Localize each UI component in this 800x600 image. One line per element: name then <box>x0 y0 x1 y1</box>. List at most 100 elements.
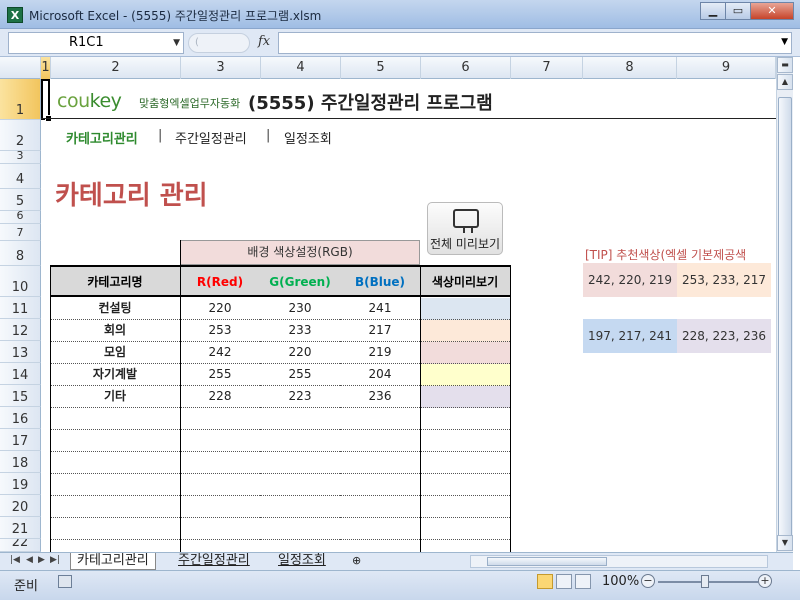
formula-pill[interactable]: ( <box>188 33 250 53</box>
category-name-cell[interactable] <box>50 540 180 552</box>
scroll-down-arrow-icon[interactable]: ▼ <box>777 535 793 551</box>
row-header[interactable]: 1 <box>0 79 41 120</box>
row-header[interactable]: 17 <box>0 429 41 451</box>
row-header[interactable]: 20 <box>0 495 41 517</box>
new-sheet-icon[interactable]: ⊕ <box>346 553 367 570</box>
column-header[interactable]: 6 <box>421 57 511 79</box>
zoom-slider-thumb[interactable] <box>701 575 709 588</box>
vertical-scroll-thumb[interactable] <box>778 97 792 537</box>
category-name-cell[interactable]: 자기계발 <box>50 364 180 386</box>
color-preview-cell[interactable] <box>420 364 510 386</box>
blue-value-cell[interactable] <box>340 474 420 496</box>
red-value-cell[interactable]: 242 <box>180 342 260 364</box>
green-value-cell[interactable] <box>260 540 340 552</box>
row-header[interactable]: 5 <box>0 189 41 211</box>
green-value-cell[interactable] <box>260 452 340 474</box>
red-value-cell[interactable] <box>180 408 260 430</box>
horizontal-scroll-thumb[interactable] <box>487 557 607 566</box>
prev-sheet-icon[interactable]: ◀ <box>26 555 33 565</box>
row-header[interactable]: 4 <box>0 164 41 189</box>
category-name-cell[interactable]: 모임 <box>50 342 180 364</box>
zoom-out-icon[interactable]: − <box>641 574 655 588</box>
column-header[interactable]: 9 <box>677 57 776 79</box>
minimize-button[interactable]: ▁ <box>700 2 726 20</box>
row-header[interactable]: 15 <box>0 385 41 407</box>
row-header[interactable]: 8 <box>0 241 41 266</box>
row-header[interactable]: 18 <box>0 451 41 473</box>
normal-view-icon[interactable] <box>537 574 553 589</box>
macro-record-icon[interactable] <box>58 575 72 588</box>
green-value-cell[interactable]: 220 <box>260 342 340 364</box>
column-header[interactable]: 4 <box>261 57 341 79</box>
insert-function-icon[interactable]: fx <box>258 34 270 49</box>
color-preview-cell[interactable] <box>420 518 510 540</box>
green-value-cell[interactable] <box>260 430 340 452</box>
category-name-cell[interactable] <box>50 430 180 452</box>
row-header[interactable]: 12 <box>0 319 41 341</box>
column-header[interactable]: 1 <box>41 57 51 79</box>
last-sheet-icon[interactable]: ▶| <box>50 555 60 565</box>
horizontal-scrollbar[interactable] <box>470 555 768 568</box>
red-value-cell[interactable]: 253 <box>180 320 260 342</box>
blue-value-cell[interactable] <box>340 496 420 518</box>
expand-formula-icon[interactable]: ▼ <box>781 37 788 47</box>
green-value-cell[interactable] <box>260 496 340 518</box>
column-header[interactable]: 7 <box>511 57 583 79</box>
color-preview-cell[interactable] <box>420 386 510 408</box>
sheet-tab-search[interactable]: 일정조회 <box>272 553 332 570</box>
category-name-cell[interactable]: 기타 <box>50 386 180 408</box>
row-header[interactable]: 14 <box>0 363 41 385</box>
next-sheet-icon[interactable]: ▶ <box>38 555 45 565</box>
category-name-cell[interactable]: 컨설팅 <box>50 298 180 320</box>
color-preview-cell[interactable] <box>420 430 510 452</box>
row-header[interactable]: 3 <box>0 149 41 164</box>
select-all-corner[interactable] <box>0 57 41 79</box>
color-preview-cell[interactable] <box>420 452 510 474</box>
red-value-cell[interactable] <box>180 430 260 452</box>
maximize-button[interactable]: ▭ <box>725 2 751 20</box>
column-header[interactable]: 3 <box>181 57 261 79</box>
formula-input[interactable]: ▼ <box>278 32 792 54</box>
blue-value-cell[interactable] <box>340 408 420 430</box>
red-value-cell[interactable] <box>180 474 260 496</box>
name-box[interactable]: R1C1 ▼ <box>8 32 184 54</box>
red-value-cell[interactable]: 255 <box>180 364 260 386</box>
column-header[interactable]: 5 <box>341 57 421 79</box>
nav-link-weekly[interactable]: 주간일정관리 <box>175 128 247 147</box>
blue-value-cell[interactable] <box>340 430 420 452</box>
blue-value-cell[interactable]: 236 <box>340 386 420 408</box>
color-preview-cell[interactable] <box>420 474 510 496</box>
green-value-cell[interactable]: 223 <box>260 386 340 408</box>
row-header[interactable]: 7 <box>0 224 41 241</box>
column-header[interactable]: 2 <box>51 57 181 79</box>
row-header[interactable]: 10 <box>0 266 41 297</box>
row-header[interactable]: 13 <box>0 341 41 363</box>
scroll-up-arrow-icon[interactable]: ▲ <box>777 74 793 90</box>
blue-value-cell[interactable]: 219 <box>340 342 420 364</box>
blue-value-cell[interactable]: 217 <box>340 320 420 342</box>
nav-link-category[interactable]: 카테고리관리 <box>66 128 138 147</box>
red-value-cell[interactable]: 228 <box>180 386 260 408</box>
column-header[interactable]: 8 <box>583 57 677 79</box>
green-value-cell[interactable] <box>260 408 340 430</box>
color-preview-cell[interactable] <box>420 408 510 430</box>
row-header[interactable]: 2 <box>0 120 41 151</box>
blue-value-cell[interactable]: 204 <box>340 364 420 386</box>
nav-link-search[interactable]: 일정조회 <box>284 128 332 147</box>
first-sheet-icon[interactable]: |◀ <box>10 555 20 565</box>
category-name-cell[interactable] <box>50 474 180 496</box>
blue-value-cell[interactable] <box>340 540 420 552</box>
green-value-cell[interactable]: 230 <box>260 298 340 320</box>
color-preview-cell[interactable] <box>420 496 510 518</box>
category-name-cell[interactable] <box>50 518 180 540</box>
zoom-level[interactable]: 100% <box>602 574 639 589</box>
sheet-tab-weekly[interactable]: 주간일정관리 <box>172 553 256 570</box>
page-break-view-icon[interactable] <box>575 574 591 589</box>
green-value-cell[interactable]: 255 <box>260 364 340 386</box>
row-header[interactable]: 21 <box>0 517 41 539</box>
worksheet[interactable]: coukey 맞춤형엑셀업무자동화 (5555) 주간일정관리 프로그램 카테고… <box>41 79 776 552</box>
green-value-cell[interactable] <box>260 474 340 496</box>
row-header[interactable]: 22 <box>0 539 41 552</box>
close-button[interactable]: ✕ <box>750 2 794 20</box>
blue-value-cell[interactable] <box>340 452 420 474</box>
